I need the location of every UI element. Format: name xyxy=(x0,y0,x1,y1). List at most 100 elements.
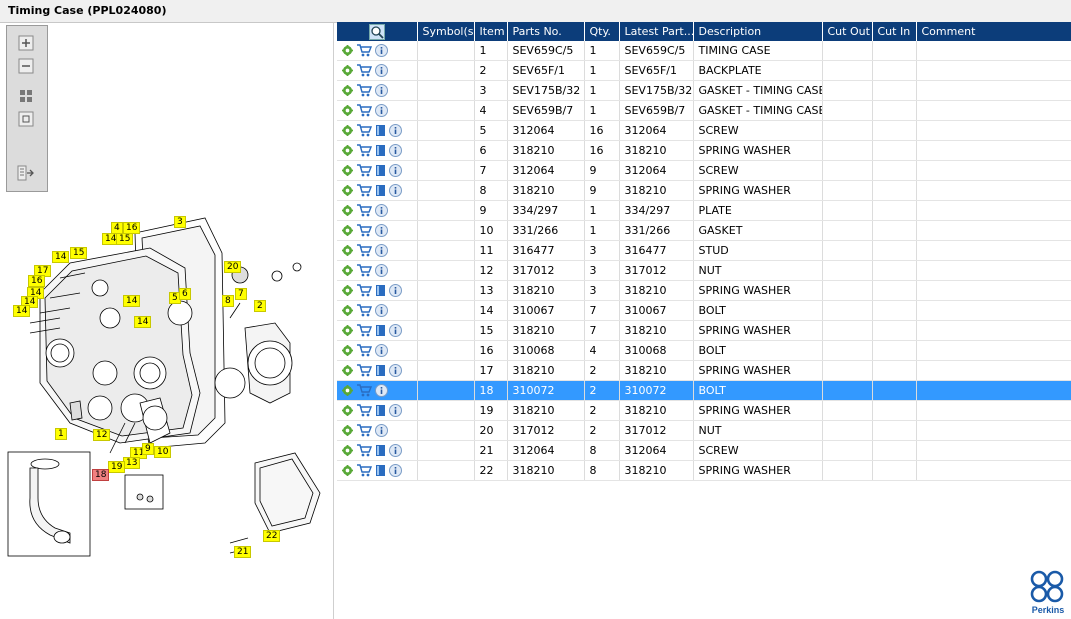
documentation-button[interactable] xyxy=(375,324,389,337)
add-to-cart-button[interactable] xyxy=(356,264,375,277)
callout-13[interactable]: 13 xyxy=(123,457,141,469)
callout-20[interactable]: 20 xyxy=(224,261,242,273)
callout-2[interactable]: 2 xyxy=(254,300,266,312)
part-info-button[interactable] xyxy=(375,224,391,238)
table-row[interactable]: 16 310068 4 310068 BOLT xyxy=(337,340,1071,361)
add-to-list-button[interactable] xyxy=(342,184,356,197)
add-to-cart-button[interactable] xyxy=(356,84,375,97)
column-header-description[interactable]: Description xyxy=(693,22,823,41)
add-to-list-button[interactable] xyxy=(342,144,356,157)
table-row[interactable]: 19 318210 2 318210 SPRING WASHER xyxy=(337,400,1071,421)
callout-18[interactable]: 18 xyxy=(92,469,110,481)
column-header-symbols[interactable]: Symbol(s) xyxy=(417,22,475,41)
add-to-list-button[interactable] xyxy=(342,84,356,97)
exploded-parts-diagram[interactable] xyxy=(0,23,333,619)
part-info-button[interactable] xyxy=(375,64,391,78)
table-row[interactable]: 15 318210 7 318210 SPRING WASHER xyxy=(337,320,1071,341)
callout-8[interactable]: 8 xyxy=(222,295,234,307)
documentation-button[interactable] xyxy=(375,444,389,457)
add-to-cart-button[interactable] xyxy=(356,384,375,397)
add-to-cart-button[interactable] xyxy=(356,364,375,377)
part-info-button[interactable] xyxy=(375,204,391,218)
add-to-cart-button[interactable] xyxy=(356,304,375,317)
table-row[interactable]: 18 310072 2 310072 BOLT xyxy=(337,380,1071,401)
part-info-button[interactable] xyxy=(389,184,405,198)
callout-14[interactable]: 14 xyxy=(13,305,31,317)
column-header-latest-part[interactable]: Latest Part... xyxy=(619,22,694,41)
table-row[interactable]: 8 318210 9 318210 SPRING WASHER xyxy=(337,180,1071,201)
part-info-button[interactable] xyxy=(389,284,405,298)
add-to-cart-button[interactable] xyxy=(356,124,375,137)
callout-7[interactable]: 7 xyxy=(235,288,247,300)
column-header-cut-in[interactable]: Cut In xyxy=(872,22,917,41)
part-info-button[interactable] xyxy=(375,264,391,278)
callout-12[interactable]: 12 xyxy=(93,429,111,441)
part-info-button[interactable] xyxy=(389,164,405,178)
add-to-cart-button[interactable] xyxy=(356,204,375,217)
part-info-button[interactable] xyxy=(375,84,391,98)
callout-15[interactable]: 15 xyxy=(70,247,88,259)
documentation-button[interactable] xyxy=(375,184,389,197)
documentation-button[interactable] xyxy=(375,284,389,297)
documentation-button[interactable] xyxy=(375,364,389,377)
add-to-cart-button[interactable] xyxy=(356,224,375,237)
add-to-list-button[interactable] xyxy=(342,444,356,457)
documentation-button[interactable] xyxy=(375,464,389,477)
part-info-button[interactable] xyxy=(389,144,405,158)
documentation-button[interactable] xyxy=(375,124,389,137)
part-info-button[interactable] xyxy=(375,384,391,398)
table-row[interactable]: 12 317012 3 317012 NUT xyxy=(337,260,1071,281)
part-info-button[interactable] xyxy=(375,344,391,358)
add-to-cart-button[interactable] xyxy=(356,44,375,57)
callout-3[interactable]: 3 xyxy=(174,216,186,228)
documentation-button[interactable] xyxy=(375,144,389,157)
callout-14[interactable]: 14 xyxy=(134,316,152,328)
column-header-cut-out[interactable]: Cut Out xyxy=(822,22,873,41)
add-to-cart-button[interactable] xyxy=(356,464,375,477)
table-row[interactable]: 5 312064 16 312064 SCREW xyxy=(337,120,1071,141)
table-row[interactable]: 13 318210 3 318210 SPRING WASHER xyxy=(337,280,1071,301)
part-info-button[interactable] xyxy=(375,424,391,438)
documentation-button[interactable] xyxy=(375,164,389,177)
add-to-cart-button[interactable] xyxy=(356,144,375,157)
table-row[interactable]: 11 316477 3 316477 STUD xyxy=(337,240,1071,261)
add-to-list-button[interactable] xyxy=(342,224,356,237)
add-to-cart-button[interactable] xyxy=(356,104,375,117)
add-to-list-button[interactable] xyxy=(342,164,356,177)
column-header-parts-no[interactable]: Parts No. xyxy=(507,22,585,41)
diagram-panel[interactable]: 3 4 16 14 15 15 14 17 16 14 14 14 20 5 6… xyxy=(0,23,334,619)
add-to-list-button[interactable] xyxy=(342,384,356,397)
add-to-cart-button[interactable] xyxy=(356,64,375,77)
callout-14[interactable]: 14 xyxy=(52,251,70,263)
add-to-cart-button[interactable] xyxy=(356,164,375,177)
callout-6[interactable]: 6 xyxy=(179,288,191,300)
callout-21[interactable]: 21 xyxy=(234,546,252,558)
add-to-list-button[interactable] xyxy=(342,404,356,417)
add-to-list-button[interactable] xyxy=(342,464,356,477)
add-to-list-button[interactable] xyxy=(342,304,356,317)
add-to-cart-button[interactable] xyxy=(356,244,375,257)
add-to-list-button[interactable] xyxy=(342,364,356,377)
callout-9[interactable]: 9 xyxy=(142,443,154,455)
column-header-item[interactable]: Item xyxy=(474,22,508,41)
add-to-list-button[interactable] xyxy=(342,244,356,257)
column-header-comment[interactable]: Comment xyxy=(916,22,1071,41)
add-to-cart-button[interactable] xyxy=(356,424,375,437)
add-to-list-button[interactable] xyxy=(342,284,356,297)
add-to-list-button[interactable] xyxy=(342,124,356,137)
part-info-button[interactable] xyxy=(389,404,405,418)
add-to-cart-button[interactable] xyxy=(356,284,375,297)
add-to-cart-button[interactable] xyxy=(356,324,375,337)
table-row[interactable]: 7 312064 9 312064 SCREW xyxy=(337,160,1071,181)
add-to-list-button[interactable] xyxy=(342,344,356,357)
add-to-list-button[interactable] xyxy=(342,64,356,77)
add-to-cart-button[interactable] xyxy=(356,404,375,417)
add-to-list-button[interactable] xyxy=(342,44,356,57)
table-row[interactable]: 3 SEV175B/32 1 SEV175B/32 GASKET - TIMING CA… xyxy=(337,80,1071,101)
column-header-qty[interactable]: Qty. xyxy=(584,22,620,41)
callout-1[interactable]: 1 xyxy=(55,428,67,440)
table-row[interactable]: 14 310067 7 310067 BOLT xyxy=(337,300,1071,321)
table-row[interactable]: 21 312064 8 312064 SCREW xyxy=(337,440,1071,461)
part-info-button[interactable] xyxy=(375,244,391,258)
table-row[interactable]: 4 SEV659B/7 1 SEV659B/7 GASKET - TIMING CASE xyxy=(337,100,1071,121)
